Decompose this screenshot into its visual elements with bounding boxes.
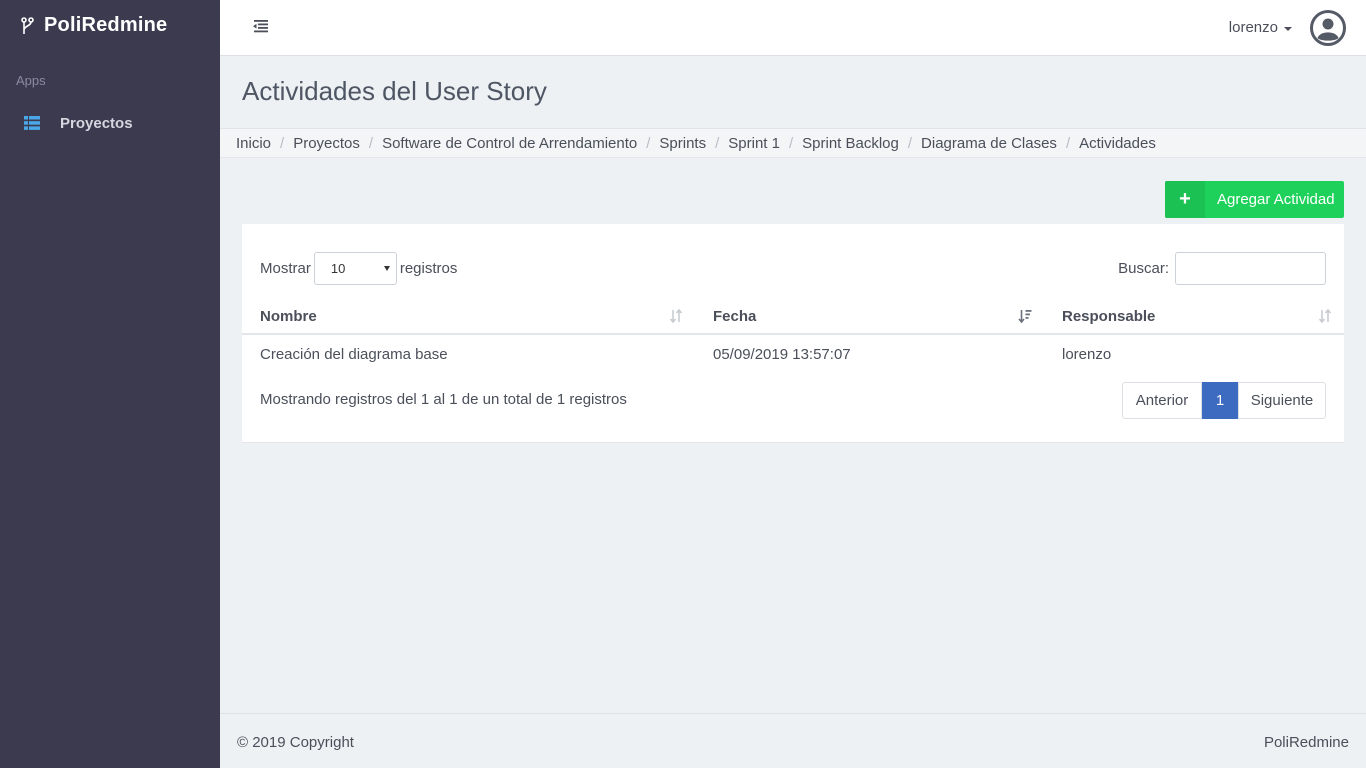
sort-desc-icon [1018,310,1032,324]
plus-icon: + [1165,181,1205,218]
footer: © 2019 Copyright PoliRedmine [220,713,1366,768]
cell-nombre: Creación del diagrama base [260,346,448,363]
next-page-button[interactable]: Siguiente [1238,382,1326,419]
breadcrumb-separator: / [1065,134,1071,152]
breadcrumb-item[interactable]: Sprint 1 [728,135,780,152]
column-header-nombre[interactable]: Nombre [242,300,695,335]
pagination: Anterior 1 Siguiente [1122,382,1326,419]
username: lorenzo [1228,19,1278,36]
footer-copyright: © 2019 Copyright [237,734,354,751]
sidebar: PoliRedmine Apps Proyectos [0,0,220,768]
breadcrumb-current: Actividades [1079,134,1156,152]
activities-table: Nombre Fecha Responsable Creación del di… [242,300,1344,374]
breadcrumb-item[interactable]: Sprints [659,135,706,152]
breadcrumb-separator: / [788,134,794,152]
cell-responsable: lorenzo [1062,346,1112,363]
page-title: Actividades del User Story [242,76,547,106]
column-header-responsable[interactable]: Responsable [1044,300,1344,335]
column-label: Fecha [713,308,757,325]
brand[interactable]: PoliRedmine [20,14,167,37]
breadcrumb-separator: / [646,134,651,152]
breadcrumb-item[interactable]: Inicio [236,135,271,152]
column-header-fecha[interactable]: Fecha [695,300,1044,335]
page-1-button[interactable]: 1 [1202,382,1238,419]
chevron-down-icon [383,266,390,271]
breadcrumb-separator: / [715,134,720,152]
page-length-value: 10 [330,261,346,276]
list-icon [24,116,40,130]
breadcrumb: Inicio / Proyectos / Software de Control… [220,128,1366,158]
show-suffix: registros [399,260,458,277]
sidebar-item-proyectos[interactable]: Proyectos [0,108,220,138]
column-label: Responsable [1062,308,1156,325]
search-input[interactable] [1175,252,1326,285]
avatar[interactable] [1310,10,1346,46]
add-activity-button[interactable]: + Agregar Actividad [1165,181,1344,218]
search-control: Buscar: [1118,252,1326,285]
page-length-select[interactable]: 10 [313,252,397,285]
footer-brand: PoliRedmine [1263,734,1349,751]
breadcrumb-separator: / [280,134,285,152]
previous-page-button[interactable]: Anterior [1122,382,1202,419]
sort-icon [1318,308,1332,324]
search-label: Buscar: [1118,260,1169,277]
page-length-control: Mostrar 10 registros [260,252,457,285]
add-activity-label: Agregar Actividad [1217,191,1335,208]
sidebar-toggle-icon[interactable] [252,18,270,34]
table-header-row: Nombre Fecha Responsable [242,300,1344,335]
sort-icon [669,308,683,324]
breadcrumb-item[interactable]: Proyectos [293,135,360,152]
activities-card: Mostrar 10 registros Buscar: Nombre Fech… [242,224,1344,443]
cell-fecha: 05/09/2019 13:57:07 [713,346,851,363]
breadcrumb-item[interactable]: Software de Control de Arrendamiento [382,135,637,152]
breadcrumb-item[interactable]: Sprint Backlog [802,135,899,152]
user-menu[interactable]: lorenzo [1229,19,1292,36]
breadcrumb-separator: / [907,134,913,152]
chevron-down-icon [1284,26,1292,31]
breadcrumb-separator: / [368,134,374,152]
topbar: lorenzo [220,0,1366,56]
table-row: Creación del diagrama base 05/09/2019 13… [242,334,1344,374]
breadcrumb-item[interactable]: Diagrama de Clases [921,135,1057,152]
sidebar-section-label: Apps [16,73,46,88]
brand-name: PoliRedmine [44,14,168,36]
branch-icon [21,16,34,34]
table-info: Mostrando registros del 1 al 1 de un tot… [260,391,627,408]
show-prefix: Mostrar [260,260,311,277]
column-label: Nombre [260,308,317,325]
sidebar-item-label: Proyectos [60,114,133,132]
